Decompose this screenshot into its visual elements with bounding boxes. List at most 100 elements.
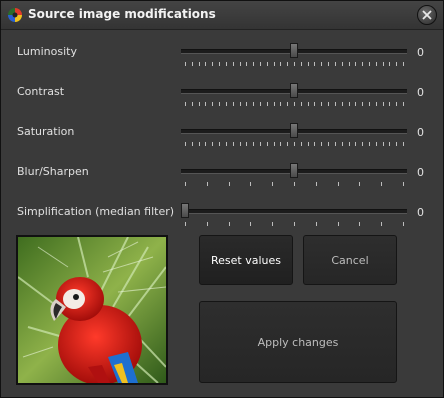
- slider-tick: [246, 102, 248, 106]
- slider-tick: [355, 102, 357, 106]
- slider-ticks: [185, 222, 404, 228]
- slider-tick: [314, 102, 316, 106]
- slider-thumb[interactable]: [290, 83, 298, 98]
- luminosity-slider[interactable]: [181, 43, 407, 58]
- slider-tick: [205, 142, 207, 146]
- title-bar[interactable]: Source image modifications: [1, 1, 443, 30]
- slider-tick: [403, 102, 404, 106]
- slider-tick: [273, 142, 275, 146]
- slider-tick: [259, 142, 261, 146]
- slider-tick: [368, 62, 370, 66]
- slider-tick: [206, 222, 208, 226]
- slider-tick: [368, 142, 370, 146]
- slider-tick: [294, 102, 295, 106]
- slider-tick: [212, 142, 214, 146]
- slider-tick: [368, 102, 370, 106]
- slider-tick: [185, 222, 186, 226]
- slider-tick: [239, 142, 241, 146]
- slider-tick: [225, 102, 227, 106]
- slider-tick: [307, 142, 309, 146]
- contrast-slider[interactable]: [181, 83, 407, 98]
- slider-tick: [362, 62, 364, 66]
- slider-thumb[interactable]: [181, 203, 189, 218]
- slider-tick: [272, 182, 274, 186]
- slider-ticks: [185, 62, 404, 68]
- slider-thumb[interactable]: [290, 43, 298, 58]
- slider-tick: [259, 102, 261, 106]
- slider-tick: [403, 142, 404, 146]
- parrot-image: [18, 237, 166, 383]
- slider-value: 0: [417, 166, 424, 179]
- slider-ticks: [185, 102, 404, 108]
- slider-tick: [253, 102, 255, 106]
- slider-tick: [225, 142, 227, 146]
- slider-tick: [294, 182, 295, 186]
- slider-tick: [198, 142, 200, 146]
- close-button[interactable]: [417, 5, 437, 25]
- slider-tick: [348, 62, 350, 66]
- blur-sharpen-slider[interactable]: [181, 163, 407, 178]
- slider-tick: [239, 62, 241, 66]
- slider-tick: [250, 222, 252, 226]
- slider-value: 0: [417, 46, 424, 59]
- slider-tick: [348, 102, 350, 106]
- slider-tick: [341, 62, 343, 66]
- slider-tick: [205, 102, 207, 106]
- slider-tick: [206, 182, 208, 186]
- dialog-content: Luminosity 0 Contrast 0 Saturation 0 Blu…: [1, 30, 443, 397]
- slider-tick: [348, 142, 350, 146]
- slider-tick: [212, 62, 214, 66]
- cancel-button[interactable]: Cancel: [303, 235, 397, 285]
- slider-tick: [198, 62, 200, 66]
- slider-thumb[interactable]: [290, 163, 298, 178]
- slider-label: Blur/Sharpen: [17, 165, 89, 178]
- slider-tick: [382, 102, 384, 106]
- slider-label: Contrast: [17, 85, 65, 98]
- slider-tick: [232, 142, 234, 146]
- window-title: Source image modifications: [28, 7, 216, 21]
- saturation-slider[interactable]: [181, 123, 407, 138]
- reset-values-button[interactable]: Reset values: [199, 235, 293, 285]
- slider-tick: [403, 62, 404, 66]
- slider-tick: [266, 102, 268, 106]
- slider-tick: [228, 182, 230, 186]
- slider-row-simplification: Simplification (median filter) 0: [1, 202, 443, 232]
- slider-label: Luminosity: [17, 45, 77, 58]
- slider-tick: [246, 142, 248, 146]
- slider-tick: [396, 142, 398, 146]
- slider-tick: [280, 142, 282, 146]
- slider-tick: [232, 62, 234, 66]
- slider-tick: [273, 102, 275, 106]
- slider-ticks: [185, 142, 404, 148]
- slider-tick: [337, 182, 339, 186]
- slider-tick: [185, 142, 186, 146]
- slider-tick: [389, 62, 391, 66]
- slider-tick: [191, 62, 193, 66]
- slider-label: Simplification (median filter): [17, 205, 175, 218]
- slider-tick: [307, 102, 309, 106]
- slider-tick: [403, 222, 404, 226]
- slider-thumb[interactable]: [290, 123, 298, 138]
- slider-tick: [328, 62, 330, 66]
- image-preview: [16, 235, 168, 385]
- slider-tick: [266, 62, 268, 66]
- slider-tick: [185, 62, 186, 66]
- slider-tick: [253, 142, 255, 146]
- slider-tick: [266, 142, 268, 146]
- apply-changes-button[interactable]: Apply changes: [199, 301, 397, 383]
- slider-tick: [185, 102, 186, 106]
- slider-tick: [381, 222, 383, 226]
- slider-tick: [273, 62, 275, 66]
- slider-tick: [280, 62, 282, 66]
- slider-tick: [185, 182, 186, 186]
- slider-tick: [314, 62, 316, 66]
- slider-label: Saturation: [17, 125, 75, 138]
- slider-tick: [355, 142, 357, 146]
- slider-tick: [328, 142, 330, 146]
- simplification-slider[interactable]: [181, 203, 407, 218]
- slider-tick: [328, 102, 330, 106]
- slider-tick: [294, 62, 295, 66]
- slider-tick: [287, 142, 289, 146]
- slider-tick: [287, 62, 289, 66]
- slider-tick: [355, 62, 357, 66]
